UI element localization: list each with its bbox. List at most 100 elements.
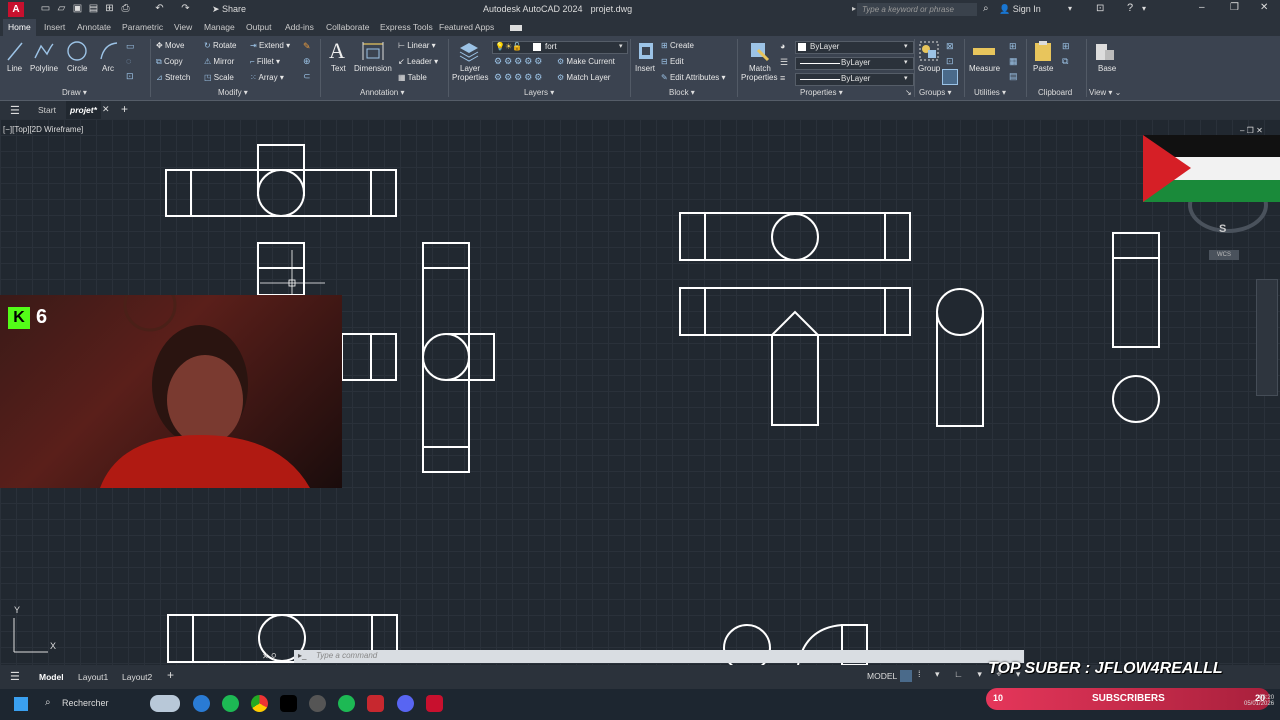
help-search-input[interactable]: Type a keyword or phrase: [857, 3, 977, 16]
table-button[interactable]: ▦ Table: [398, 73, 427, 82]
edit-attributes-button[interactable]: ✎ Edit Attributes ▾: [661, 73, 726, 82]
tab-parametric[interactable]: Parametric: [122, 19, 163, 36]
save-as-icon[interactable]: ▤: [88, 3, 99, 14]
scale-button[interactable]: ◳ Scale: [204, 73, 234, 82]
print-icon[interactable]: ⎙: [120, 3, 131, 14]
make-current-button[interactable]: ⚙ Make Current: [557, 57, 615, 66]
extend-button[interactable]: ⇥ Extend ▾: [250, 41, 290, 50]
share-button[interactable]: ➤ Share: [212, 4, 246, 15]
rotate-button[interactable]: ↻ Rotate: [204, 41, 237, 50]
linetype-dropdown[interactable]: ByLayer ▾: [795, 57, 914, 70]
create-block-button[interactable]: ⊞ Create: [661, 41, 694, 50]
color-dropdown[interactable]: ByLayer ▾: [795, 41, 914, 54]
properties-panel-title[interactable]: Properties ▾: [800, 88, 843, 97]
tab-model[interactable]: Model: [39, 670, 64, 684]
annotation-panel-title[interactable]: Annotation ▾: [360, 88, 405, 97]
chrome-icon[interactable]: [251, 695, 268, 712]
tab-layout1[interactable]: Layout1: [78, 670, 108, 684]
paste-button[interactable]: Paste: [1033, 64, 1053, 73]
tab-add-ins[interactable]: Add-ins: [285, 19, 314, 36]
fillet-button[interactable]: ⌐ Fillet ▾: [250, 57, 280, 66]
linear-button[interactable]: ⊢ Linear ▾: [398, 41, 436, 50]
line-button[interactable]: Line: [7, 64, 22, 73]
offset-icon[interactable]: ⊂: [303, 72, 312, 81]
pipe-cross-vertical[interactable]: [422, 242, 495, 473]
circle-button[interactable]: Circle: [67, 64, 87, 73]
ungroup-icon[interactable]: ⊠: [946, 42, 955, 51]
erase-icon[interactable]: ✎: [303, 42, 312, 51]
autocad-taskbar-icon[interactable]: [426, 695, 443, 712]
tab-insert[interactable]: Insert: [44, 19, 65, 36]
autocad-logo-icon[interactable]: A: [8, 2, 24, 17]
properties-launcher-icon[interactable]: ↘: [905, 88, 912, 97]
viewcube-south-label[interactable]: S: [1219, 223, 1226, 235]
windows-start-icon[interactable]: [14, 697, 28, 711]
view-panel-title[interactable]: View ▾ ⌄: [1089, 88, 1121, 97]
cut-icon[interactable]: ⊞: [1062, 42, 1071, 51]
minimize-icon[interactable]: –: [1199, 2, 1205, 13]
pipe-horizontal-circle[interactable]: [679, 212, 911, 261]
match-properties-label-1[interactable]: Match: [749, 64, 771, 73]
id-point-icon[interactable]: ▤: [1009, 72, 1018, 81]
menu-hamburger-icon[interactable]: ☰: [10, 104, 20, 117]
dimension-button[interactable]: Dimension: [354, 64, 392, 73]
help-icon[interactable]: ?: [1127, 2, 1133, 14]
match-layer-button[interactable]: ⚙ Match Layer: [557, 73, 610, 82]
ribbon-minimize-icon[interactable]: [510, 25, 522, 31]
tab-layout2[interactable]: Layout2: [122, 670, 152, 684]
tab-annotate[interactable]: Annotate: [77, 19, 111, 36]
cart-icon[interactable]: ⊡: [1096, 3, 1104, 14]
pipe-vertical-circle[interactable]: [936, 288, 984, 427]
layer-properties-label-1[interactable]: Layer: [460, 64, 480, 73]
copy-clip-icon[interactable]: ⧉: [1062, 57, 1071, 66]
utilities-panel-title[interactable]: Utilities ▾: [974, 88, 1006, 97]
tab-output[interactable]: Output: [246, 19, 272, 36]
command-line-close-icon[interactable]: ✕ ⚲: [262, 652, 277, 661]
calculator-icon[interactable]: ▦: [1009, 57, 1018, 66]
spotify-2-icon[interactable]: [338, 695, 355, 712]
polyline-button[interactable]: Polyline: [30, 64, 58, 73]
region-icon[interactable]: ⊡: [126, 72, 135, 81]
undo-icon[interactable]: ↶: [154, 3, 165, 14]
tab-express-tools[interactable]: Express Tools: [380, 19, 433, 36]
text-button[interactable]: Text: [331, 64, 346, 73]
layout-menu-icon[interactable]: ☰: [10, 670, 20, 683]
explode-icon[interactable]: ⊕: [303, 57, 312, 66]
tab-manage[interactable]: Manage: [204, 19, 235, 36]
open-file-icon[interactable]: ▱: [56, 3, 67, 14]
tab-view[interactable]: View: [174, 19, 192, 36]
move-button[interactable]: ✥ Move: [156, 41, 185, 50]
sign-in-dropdown-icon[interactable]: ▾: [1068, 4, 1072, 13]
layer-tools-icons-2[interactable]: ⚙⚙⚙⚙⚙: [494, 72, 544, 83]
stretch-button[interactable]: ⊿ Stretch: [156, 73, 190, 82]
tab-projet[interactable]: projet*: [66, 101, 101, 119]
viewport-window-controls[interactable]: – ❐ ✕: [1240, 126, 1263, 135]
modify-panel-title[interactable]: Modify ▾: [218, 88, 248, 97]
pipe-stub[interactable]: [341, 333, 397, 381]
leader-button[interactable]: ↙ Leader ▾: [398, 57, 438, 66]
tiktok-icon[interactable]: [280, 695, 297, 712]
pipe-circle[interactable]: [1112, 375, 1160, 423]
pipe-tee-arrow[interactable]: [679, 287, 911, 426]
layer-tools-icons[interactable]: ⚙⚙⚙⚙⚙: [494, 56, 544, 67]
taskbar-search-box[interactable]: Rechercher: [62, 698, 109, 708]
new-tab-icon[interactable]: +: [121, 102, 128, 116]
close-tab-icon[interactable]: ✕: [102, 104, 110, 115]
array-button[interactable]: ⁙ Array ▾: [250, 73, 284, 82]
save-icon[interactable]: ▣: [72, 3, 83, 14]
edit-block-button[interactable]: ⊟ Edit: [661, 57, 684, 66]
pipe-fragment[interactable]: [257, 242, 305, 296]
tab-start[interactable]: Start: [38, 101, 56, 119]
group-edit-icon[interactable]: ⊡: [946, 57, 955, 66]
pipe-tee-1[interactable]: [165, 144, 397, 217]
redo-icon[interactable]: ↷: [180, 3, 191, 14]
obs-icon[interactable]: [309, 695, 326, 712]
close-icon[interactable]: ✕: [1260, 2, 1268, 13]
edge-browser-icon[interactable]: [193, 695, 210, 712]
restore-icon[interactable]: ❐: [1230, 2, 1239, 13]
navigation-bar[interactable]: [1256, 279, 1278, 396]
tab-collaborate[interactable]: Collaborate: [326, 19, 369, 36]
recorder-icon[interactable]: [367, 695, 384, 712]
rectangle-icon[interactable]: ▭: [126, 42, 135, 51]
layers-panel-title[interactable]: Layers ▾: [524, 88, 554, 97]
